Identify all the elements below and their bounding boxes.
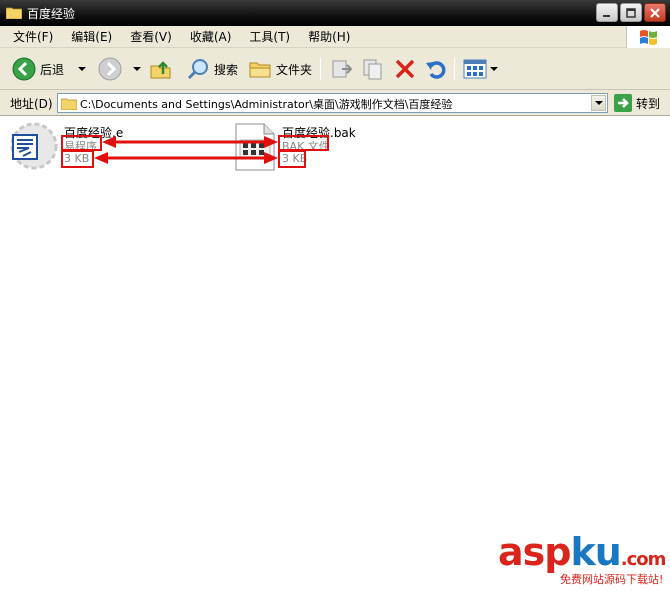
delete-button[interactable] [393,56,417,82]
back-label: 后退 [40,62,65,77]
file-list-view[interactable] [0,116,670,591]
folder-icon [61,98,77,110]
watermark-subtitle: 免费网站源码下载站! [560,573,664,586]
views-grid-icon [463,59,487,79]
watermark-com: .com [620,549,667,570]
close-icon [650,7,660,18]
address-label: 地址(D) [10,97,53,111]
highlight-box-type-1 [61,135,102,151]
delete-x-icon [395,59,415,79]
menu-bar: 文件(F) 编辑(E) 查看(V) 收藏(A) 工具(T) 帮助(H) [0,26,670,48]
folders-label: 文件夹 [276,62,313,77]
forward-button[interactable] [98,56,122,82]
easy-program-file-icon [10,122,58,170]
bak-file-icon [235,123,275,171]
up-folder-button[interactable] [149,56,173,82]
copy-to-icon [363,59,382,80]
highlight-box-size-1 [61,150,94,168]
folders-icon [249,62,271,78]
back-dropdown[interactable] [78,56,86,82]
go-arrow-icon [614,94,632,112]
move-to-icon [332,60,353,78]
go-label: 转到 [636,96,661,111]
undo-button[interactable] [424,56,448,82]
menu-edit[interactable]: 编辑(E) [62,29,121,45]
title-bar: 百度经验 [0,0,670,26]
menu-tools[interactable]: 工具(T) [240,29,299,45]
chevron-down-icon [490,67,498,71]
maximize-icon [626,7,636,18]
move-to-button[interactable] [330,56,354,82]
windows-logo [626,26,670,48]
toolbar: 后退 搜索 文件夹 [0,48,670,90]
watermark-ku: ku [570,530,621,574]
address-path: C:\Documents and Settings\Administrator\… [80,98,453,111]
back-button[interactable]: 后退 [12,56,64,82]
copy-to-button[interactable] [361,56,385,82]
up-folder-icon [150,61,171,79]
windows-flag-icon [639,30,657,45]
watermark-logo: aspku.com 免费网站源码下载站! [498,530,668,586]
file-item-bak[interactable] [234,122,276,175]
file-item-e[interactable] [10,122,58,173]
chevron-down-icon [594,101,603,105]
folder-icon [6,7,22,19]
views-button[interactable] [463,56,498,82]
menu-view[interactable]: 查看(V) [121,29,181,45]
chevron-down-icon [133,67,141,71]
menu-favorites[interactable]: 收藏(A) [181,29,241,45]
search-icon [187,59,208,80]
highlight-box-type-2 [278,135,329,151]
forward-arrow-icon [98,57,122,81]
search-label: 搜索 [214,62,239,77]
forward-dropdown[interactable] [133,56,141,82]
menu-help[interactable]: 帮助(H) [299,29,359,45]
address-input[interactable]: C:\Documents and Settings\Administrator\… [57,93,608,113]
chevron-down-icon [78,67,86,71]
watermark-asp: asp [498,530,571,574]
address-bar: 地址(D) C:\Documents and Settings\Administ… [0,90,670,116]
highlight-box-size-2 [278,150,306,168]
back-arrow-icon [12,57,36,81]
menu-file[interactable]: 文件(F) [4,29,62,45]
window-title: 百度经验 [27,7,76,21]
search-button[interactable]: 搜索 [186,56,238,82]
close-button[interactable] [644,3,666,22]
minimize-button[interactable] [596,3,618,22]
maximize-button[interactable] [620,3,642,22]
minimize-icon [603,14,610,17]
undo-icon [426,61,446,79]
go-button[interactable]: 转到 [614,94,660,112]
address-dropdown-button[interactable] [591,95,606,111]
folders-button[interactable]: 文件夹 [248,56,312,82]
